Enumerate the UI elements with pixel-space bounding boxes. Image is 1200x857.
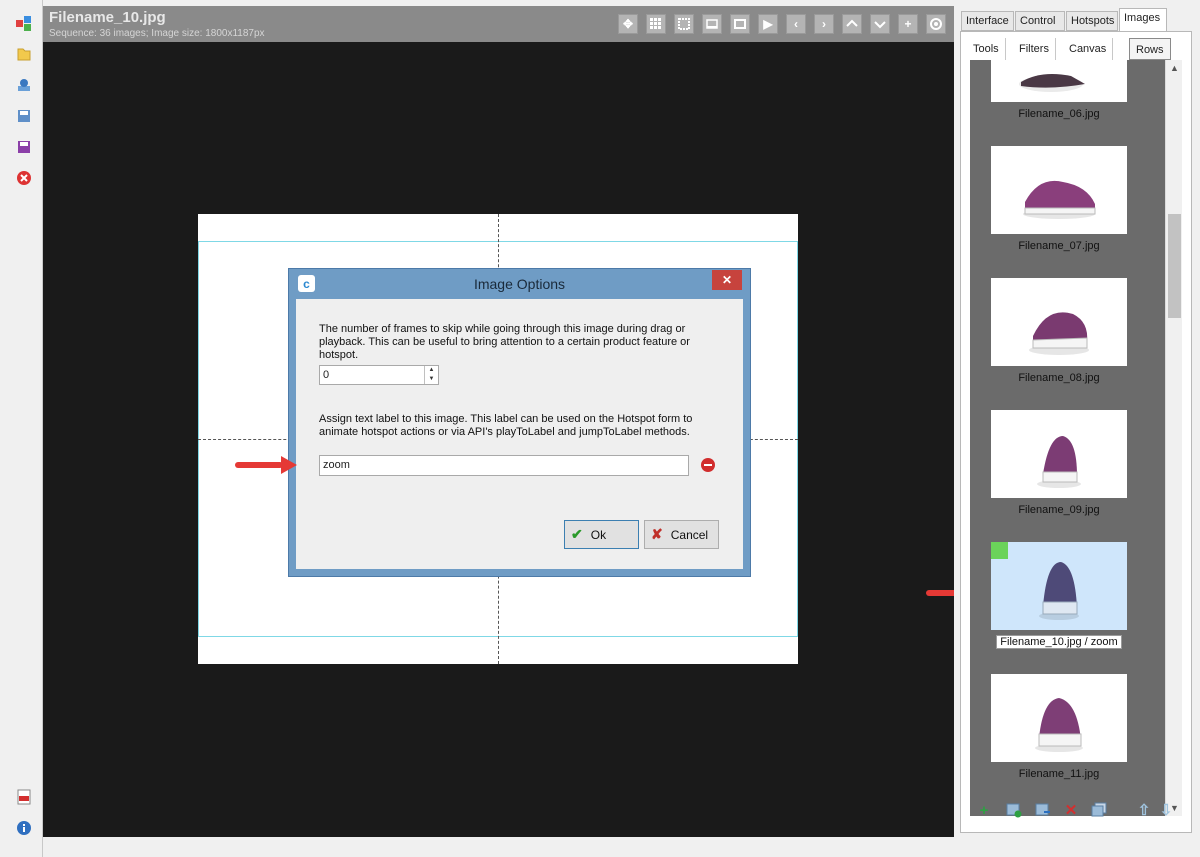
text-label-value[interactable]: zoom — [323, 459, 350, 471]
save-as-icon[interactable] — [15, 107, 33, 125]
dialog-body: The number of frames to skip while going… — [296, 299, 743, 569]
cancel-button[interactable]: ✘ Cancel — [644, 520, 719, 549]
label-marker — [991, 542, 1008, 559]
pdf-icon[interactable] — [15, 788, 33, 806]
subtab-rows[interactable]: Rows — [1129, 38, 1171, 60]
close-icon[interactable] — [15, 169, 33, 187]
thumbnail-caption: Filename_11.jpg — [1018, 768, 1100, 780]
move-icon[interactable]: ✥ — [618, 14, 638, 34]
duplicate-icon[interactable] — [1091, 802, 1107, 818]
subtab-tools[interactable]: Tools — [967, 38, 1006, 60]
thumbnail-image[interactable] — [991, 146, 1127, 234]
skip-frames-value[interactable]: 0 — [323, 369, 329, 381]
thumbnail-scrollbar[interactable]: ▲ ▼ — [1165, 60, 1182, 816]
thumbnail-caption-wrap: Filename_10.jpg / zoom — [991, 635, 1127, 649]
skip-frames-description: The number of frames to skip while going… — [319, 323, 690, 361]
thumbnail-caption: Filename_08.jpg — [1018, 372, 1100, 384]
ok-button[interactable]: ✔ Ok — [564, 520, 639, 549]
file-title: Filename_10.jpg — [49, 9, 166, 26]
scroll-thumb[interactable] — [1168, 214, 1181, 318]
left-toolbar — [0, 0, 43, 857]
info-icon[interactable] — [15, 819, 33, 837]
select-icon[interactable] — [674, 14, 694, 34]
dialog-title: Image Options — [473, 276, 566, 292]
check-icon: ✔ — [571, 526, 583, 542]
stepper-arrows[interactable]: ▲ ▼ — [424, 366, 438, 384]
sequence-info: Sequence: 36 images; Image size: 1800x11… — [49, 28, 265, 39]
down-icon[interactable] — [870, 14, 890, 34]
delete-icon[interactable]: ✕ — [1063, 802, 1079, 819]
stepper-down-icon[interactable]: ▼ — [425, 375, 438, 384]
thumbnail-caption: Filename_10.jpg / zoom — [996, 635, 1122, 649]
ok-button-label: Ok — [590, 527, 607, 542]
save-icon[interactable] — [15, 138, 33, 156]
viewer-header: Filename_10.jpg Sequence: 36 images; Ima… — [43, 6, 954, 42]
tab-control[interactable]: Control — [1015, 11, 1065, 31]
app-icon[interactable] — [15, 14, 33, 32]
up-icon[interactable] — [842, 14, 862, 34]
open-folder-icon[interactable] — [15, 45, 33, 63]
move-up-icon[interactable]: ⇧ — [1136, 802, 1152, 819]
scroll-up-icon[interactable]: ▲ — [1166, 60, 1183, 76]
thumbnail-list[interactable]: Filename_06.jpg Filename_07.jpg Filename… — [970, 60, 1165, 816]
subtab-filters[interactable]: Filters — [1013, 38, 1056, 60]
stepper-up-icon[interactable]: ▲ — [425, 366, 438, 375]
import-icon[interactable] — [1035, 802, 1051, 818]
thumbnail-item[interactable]: Filename_08.jpg — [991, 278, 1127, 384]
properties-panel: Interface Control Hotspots Images Tools … — [954, 0, 1200, 857]
tab-hotspots[interactable]: Hotspots — [1066, 11, 1118, 31]
thumbnail-image[interactable] — [991, 60, 1127, 102]
dialog-close-button[interactable]: ✕ — [712, 270, 742, 290]
thumbnail-caption: Filename_06.jpg — [1018, 108, 1100, 120]
thumbnail-item[interactable]: Filename_09.jpg — [991, 410, 1127, 516]
thumbnail-image[interactable] — [991, 674, 1127, 762]
tab-images[interactable]: Images — [1119, 8, 1167, 31]
thumbnail-item[interactable]: Filename_11.jpg — [991, 674, 1127, 780]
thumbnail-item-selected[interactable]: Filename_10.jpg / zoom — [991, 542, 1127, 649]
label-description: Assign text label to this image. This la… — [319, 413, 693, 438]
cancel-button-label: Cancel — [670, 527, 709, 542]
play-icon[interactable]: ▶ — [758, 14, 778, 34]
upload-icon[interactable] — [15, 76, 33, 94]
thumbnail-item[interactable]: Filename_06.jpg — [991, 60, 1127, 120]
status-strip — [43, 837, 954, 857]
add-image-icon[interactable] — [1006, 802, 1022, 818]
cross-icon: ✘ — [651, 526, 663, 542]
text-label-input[interactable]: zoom — [319, 455, 689, 476]
thumbnail-caption: Filename_07.jpg — [1018, 240, 1100, 252]
thumbnail-caption: Filename_09.jpg — [1018, 504, 1100, 516]
tab-interface[interactable]: Interface — [961, 11, 1014, 31]
remove-label-icon[interactable] — [701, 458, 715, 472]
thumbnail-image[interactable] — [991, 278, 1127, 366]
grid-icon[interactable] — [646, 14, 666, 34]
settings-icon[interactable] — [926, 14, 946, 34]
add-icon[interactable]: + — [976, 802, 992, 819]
zoom-in-icon[interactable]: + — [898, 14, 918, 34]
frame-icon[interactable] — [730, 14, 750, 34]
thumbnail-item[interactable]: Filename_07.jpg — [991, 146, 1127, 252]
move-down-icon[interactable]: ⇩ — [1158, 802, 1174, 819]
prev-icon[interactable]: ‹ — [786, 14, 806, 34]
images-actions: + ✕ ⇧ ⇩ — [974, 802, 1194, 822]
images-panel: Tools Filters Canvas Rows Filename_06.jp… — [960, 31, 1192, 833]
subtab-canvas[interactable]: Canvas — [1063, 38, 1114, 60]
next-icon[interactable]: › — [814, 14, 834, 34]
thumbnail-image[interactable] — [991, 542, 1127, 630]
fit-icon[interactable] — [702, 14, 722, 34]
image-options-dialog: c Image Options ✕ The number of frames t… — [288, 268, 751, 577]
dialog-titlebar[interactable]: c Image Options ✕ — [289, 269, 750, 299]
thumbnail-image[interactable] — [991, 410, 1127, 498]
skip-frames-stepper[interactable]: 0 ▲ ▼ — [319, 365, 439, 385]
